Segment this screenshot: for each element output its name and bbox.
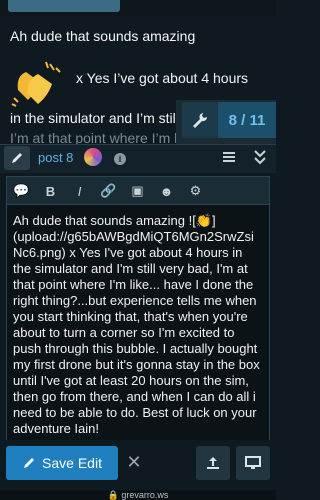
post-line-1: Ah dude that sounds amazing <box>10 28 196 44</box>
italic-icon[interactable]: I <box>65 177 94 205</box>
collapse-chevron-icon[interactable] <box>252 148 268 166</box>
info-icon[interactable]: i <box>114 153 126 165</box>
browser-url-bar: 🔒 grevarro.ws <box>0 490 276 500</box>
menu-icon[interactable] <box>222 150 236 164</box>
save-edit-button[interactable]: Save Edit <box>6 446 118 480</box>
pencil-icon <box>12 153 22 163</box>
editing-post-link[interactable]: post 8 <box>38 150 73 165</box>
settings-icon[interactable]: ⚙ <box>181 177 210 205</box>
user-avatar[interactable] <box>84 148 102 166</box>
post-progress-indicator[interactable]: 8 / 11 <box>218 102 276 138</box>
upload-icon <box>207 457 219 469</box>
site-logo[interactable] <box>8 0 120 12</box>
top-bar <box>0 0 276 16</box>
bold-icon[interactable]: B <box>36 177 65 205</box>
post-line-3: in the simulator and I’m still <box>10 110 179 126</box>
wrench-icon <box>193 113 208 128</box>
save-edit-label: Save Edit <box>42 455 102 471</box>
edit-pencil-button[interactable] <box>4 146 30 170</box>
cancel-icon[interactable]: ✕ <box>124 452 144 472</box>
upload-button[interactable] <box>196 446 230 480</box>
pencil-icon <box>24 458 35 468</box>
editor-toolbar: 💬 B I 🔗 ▣ ☻ ⚙ <box>6 176 270 205</box>
admin-wrench-button[interactable] <box>182 102 218 138</box>
link-icon[interactable]: 🔗 <box>94 177 123 205</box>
post-body-textarea[interactable]: Ah dude that sounds amazing ![👏](upload:… <box>6 204 270 450</box>
image-icon[interactable]: ▣ <box>123 177 152 205</box>
post-line-2: x Yes I’ve got about 4 hours <box>76 70 249 86</box>
emoji-icon[interactable]: ☻ <box>152 177 181 205</box>
clapping-hands-emoji <box>11 61 61 107</box>
quote-icon[interactable]: 💬 <box>7 177 36 205</box>
monitor-icon <box>245 456 261 469</box>
preview-toggle-button[interactable] <box>236 446 270 480</box>
